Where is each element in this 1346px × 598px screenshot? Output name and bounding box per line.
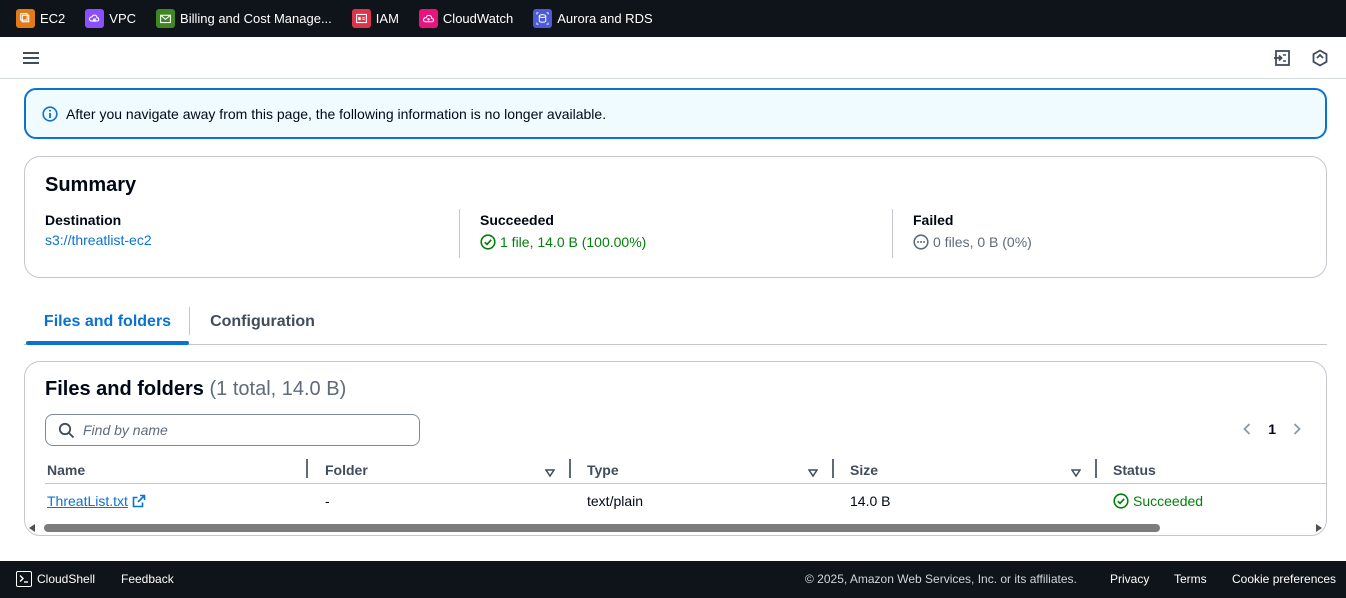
destination-label: Destination: [45, 212, 122, 228]
sort-icon[interactable]: [807, 465, 819, 478]
files-title-text: Files and folders: [45, 378, 204, 400]
sort-icon[interactable]: [1070, 465, 1082, 478]
column-header-size[interactable]: Size: [850, 462, 878, 478]
search-input[interactable]: [83, 422, 403, 438]
rds-icon: [533, 9, 553, 28]
column-divider: [459, 209, 460, 258]
billing-icon: [156, 9, 176, 28]
favorite-label: VPC: [109, 11, 137, 26]
column-header-name[interactable]: Name: [47, 462, 85, 478]
favorite-label: IAM: [375, 11, 399, 26]
table-header: Name Folder Type Size Status: [45, 456, 1326, 484]
column-divider: [892, 209, 893, 258]
flash-message: After you navigate away from this page, …: [66, 105, 607, 122]
column-header-status[interactable]: Status: [1113, 462, 1156, 478]
column-resizer[interactable]: [832, 459, 834, 478]
destination-column: Destination s3://threatlist-ec2: [45, 210, 152, 260]
file-size: 14.0 B: [850, 493, 891, 509]
favorite-iam[interactable]: IAM: [351, 9, 399, 28]
success-check-icon: [480, 234, 496, 250]
horizontal-scrollbar[interactable]: [29, 524, 1322, 533]
succeeded-column: Succeeded 1 file, 14.0 B (100.00%): [480, 210, 646, 260]
cloudwatch-icon: [418, 9, 438, 28]
scrollbar-thumb[interactable]: [44, 524, 1160, 532]
failed-label: Failed: [913, 212, 954, 228]
vpc-icon: [85, 9, 105, 28]
favorite-label: Aurora and RDS: [557, 11, 653, 26]
scroll-right-icon[interactable]: [1316, 524, 1322, 532]
file-status-text: Succeeded: [1133, 493, 1204, 509]
files-count: (1 total, 14.0 B): [209, 378, 347, 400]
file-folder: -: [325, 493, 330, 509]
sort-icon[interactable]: [544, 465, 556, 478]
summary-title: Summary: [45, 174, 137, 196]
external-link-icon: [132, 494, 146, 508]
failed-column: Failed 0 files, 0 B (0%): [913, 210, 1032, 260]
succeeded-value: 1 file, 14.0 B (100.00%): [500, 234, 647, 250]
page-header: [0, 37, 1346, 79]
favorites-bar: EC2 VPC Billing and Cost Manage... IAM C…: [0, 0, 1346, 37]
pending-dots-icon: [913, 234, 929, 250]
previous-page-icon[interactable]: [1240, 422, 1254, 436]
favorite-vpc[interactable]: VPC: [85, 9, 136, 28]
file-name-link[interactable]: ThreatList.txt: [47, 493, 146, 509]
file-name: ThreatList.txt: [47, 493, 128, 509]
next-page-icon[interactable]: [1290, 422, 1304, 436]
copyright-text: © 2025, Amazon Web Services, Inc. or its…: [805, 572, 1077, 586]
cookie-preferences-link[interactable]: Cookie preferences: [1232, 572, 1336, 586]
console-footer: CloudShell Feedback © 2025, Amazon Web S…: [0, 561, 1346, 598]
file-type: text/plain: [587, 493, 644, 509]
iam-icon: [351, 9, 371, 28]
pagination: 1: [1240, 421, 1304, 437]
cloudshell-link[interactable]: CloudShell: [37, 572, 95, 586]
summary-container: Summary Destination s3://threatlist-ec2 …: [24, 156, 1327, 278]
favorite-aurora-rds[interactable]: Aurora and RDS: [533, 9, 653, 28]
favorite-label: Billing and Cost Manage...: [180, 11, 332, 26]
page-number[interactable]: 1: [1268, 421, 1276, 437]
favorite-billing[interactable]: Billing and Cost Manage...: [156, 9, 332, 28]
favorite-label: CloudWatch: [442, 11, 514, 26]
favorite-ec2[interactable]: EC2: [16, 9, 65, 28]
privacy-link[interactable]: Privacy: [1110, 572, 1149, 586]
failed-status: 0 files, 0 B (0%): [913, 234, 1032, 250]
tab-bar: Files and folders Configuration: [24, 300, 1327, 345]
column-resizer[interactable]: [306, 459, 308, 478]
files-table-container: Files and folders (1 total, 14.0 B) 1 Na…: [24, 361, 1327, 536]
column-resizer[interactable]: [1095, 459, 1097, 478]
menu-icon[interactable]: [22, 50, 40, 66]
scroll-left-icon[interactable]: [29, 524, 35, 532]
search-field[interactable]: [45, 414, 420, 446]
feedback-link[interactable]: Feedback: [121, 572, 174, 586]
favorite-label: EC2: [40, 11, 66, 26]
column-header-folder[interactable]: Folder: [325, 462, 368, 478]
column-resizer[interactable]: [569, 459, 571, 478]
tab-configuration[interactable]: Configuration: [190, 300, 335, 344]
files-table-title: Files and folders (1 total, 14.0 B): [45, 378, 346, 401]
column-header-type[interactable]: Type: [587, 462, 619, 478]
succeeded-label: Succeeded: [480, 212, 554, 228]
info-icon: [42, 105, 58, 122]
search-icon: [58, 422, 75, 438]
success-check-icon: [1113, 493, 1129, 509]
file-status: Succeeded: [1113, 493, 1203, 509]
ec2-icon: [16, 9, 35, 28]
info-flashbar: After you navigate away from this page, …: [24, 88, 1327, 139]
open-panel-icon[interactable]: [1273, 49, 1291, 67]
destination-link[interactable]: s3://threatlist-ec2: [45, 232, 152, 248]
table-row: ThreatList.txt - text/plain 14.0 B Succe…: [45, 485, 1326, 516]
failed-value: 0 files, 0 B (0%): [933, 234, 1032, 250]
terms-link[interactable]: Terms: [1174, 572, 1207, 586]
tab-files-and-folders[interactable]: Files and folders: [26, 300, 189, 345]
cloudshell-icon[interactable]: [16, 571, 32, 587]
favorite-cloudwatch[interactable]: CloudWatch: [418, 9, 514, 28]
succeeded-status: 1 file, 14.0 B (100.00%): [480, 234, 646, 250]
settings-hexagon-icon[interactable]: [1311, 49, 1329, 67]
